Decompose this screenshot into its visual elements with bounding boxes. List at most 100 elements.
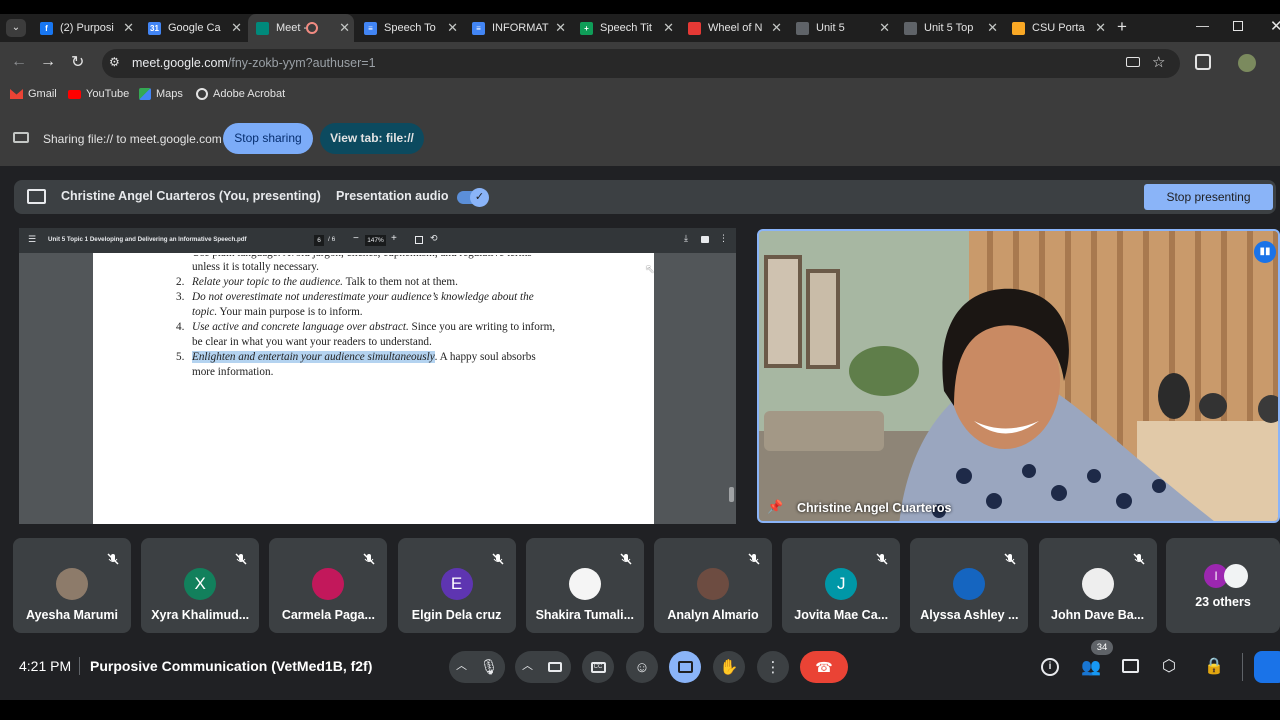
browser-tab[interactable]: + Speech Tit ✕ (572, 14, 678, 42)
browser-tab[interactable]: CSU Porta ✕ (1004, 14, 1110, 42)
pdf-scrollbar[interactable] (729, 487, 734, 502)
presenter-name: Christine Angel Cuarteros (You, presenti… (61, 189, 321, 203)
presentation-audio-toggle[interactable]: ✓ (457, 188, 489, 207)
people-icon[interactable]: 👥 (1081, 657, 1101, 677)
video-options-icon[interactable]: ︿ (522, 657, 533, 673)
back-icon[interactable]: ← (11, 53, 27, 71)
participant-tile[interactable]: Ayesha Marumi (13, 538, 131, 633)
pdf-menu-icon[interactable]: ☰ (28, 234, 36, 245)
reload-icon[interactable]: ↻ (71, 52, 84, 72)
tab-search-button[interactable]: ⌄ (6, 19, 26, 37)
others-avatar-2 (1224, 564, 1248, 588)
stop-presenting-button[interactable]: Stop presenting (1144, 184, 1273, 210)
host-controls-icon[interactable]: 🔒 (1204, 656, 1224, 676)
browser-menu-icon[interactable]: ⋮ (1273, 52, 1280, 72)
browser-tab[interactable]: ≡ Speech To ✕ (356, 14, 462, 42)
bookmark-youtube[interactable]: YouTube (68, 88, 129, 100)
extensions-icon[interactable] (1195, 54, 1211, 70)
print-icon[interactable] (701, 236, 709, 243)
participant-tile[interactable]: Shakira Tumali... (525, 538, 644, 633)
pdf-more-icon[interactable]: ⋮ (719, 233, 728, 244)
browser-tab[interactable]: f (2) Purposi ✕ (32, 14, 138, 42)
mic-off-icon (363, 552, 375, 565)
meeting-info-icon[interactable]: i (1041, 658, 1059, 676)
pin-icon[interactable]: 📌 (767, 499, 783, 515)
participant-tile[interactable]: E Elgin Dela cruz (397, 538, 516, 633)
new-tab-icon[interactable]: + (1117, 17, 1127, 37)
present-button[interactable] (669, 651, 701, 683)
tab-close-icon[interactable]: ✕ (555, 20, 566, 36)
zoom-out-icon[interactable]: − (353, 233, 359, 244)
globe-icon (904, 21, 917, 35)
bookmark-adobe-acrobat[interactable]: Adobe Acrobat (196, 88, 285, 100)
raise-hand-button[interactable]: ✋ (713, 651, 745, 683)
tab-close-icon[interactable]: ✕ (771, 20, 782, 36)
browser-tab[interactable]: Unit 5 Top ✕ (896, 14, 1002, 42)
participant-tile[interactable]: X Xyra Khalimud... (141, 538, 260, 633)
bookmark-maps[interactable]: Maps (139, 88, 183, 100)
profile-avatar[interactable] (1238, 54, 1256, 72)
url-path: /fny-zokb-yym?authuser=1 (227, 56, 376, 70)
restore-icon[interactable] (1233, 21, 1243, 31)
others-tile[interactable]: I 23 others (1166, 538, 1280, 633)
tab-close-icon[interactable]: ✕ (1095, 20, 1106, 36)
fit-page-icon[interactable] (415, 236, 423, 244)
zoom-in-icon[interactable]: + (391, 233, 397, 244)
tab-close-icon[interactable]: ✕ (987, 20, 998, 36)
forward-icon[interactable]: → (40, 53, 56, 71)
mic-off-icon (748, 552, 760, 565)
participant-tile[interactable]: J Jovita Mae Ca... (782, 538, 901, 633)
site-info-icon[interactable]: ⚙ (109, 55, 120, 69)
tab-close-icon[interactable]: ✕ (879, 20, 890, 36)
acrobat-icon (196, 88, 208, 100)
activities-icon[interactable]: ⬡ (1162, 656, 1176, 676)
leave-call-button[interactable]: ☎ (800, 651, 848, 683)
tab-label: Speech Tit (600, 22, 652, 34)
more-options-button[interactable]: ⋮ (757, 651, 789, 683)
bookmark-star-icon[interactable]: ☆ (1152, 53, 1165, 71)
rotate-icon[interactable]: ⟲ (430, 233, 438, 244)
download-icon[interactable]: ⤓ (684, 233, 688, 244)
camera-in-use-icon[interactable] (1126, 57, 1140, 67)
tab-label: Unit 5 Top (924, 22, 974, 34)
browser-tab[interactable]: Wheel of N ✕ (680, 14, 786, 42)
chat-icon[interactable] (1122, 659, 1139, 673)
browser-tab[interactable]: ≡ INFORMAT ✕ (464, 14, 570, 42)
participant-tile[interactable]: Alyssa Ashley ... (910, 538, 1029, 633)
tab-close-icon[interactable]: ✕ (339, 20, 350, 36)
list-number: 4. (176, 321, 185, 333)
tab-close-icon[interactable]: ✕ (231, 20, 242, 36)
browser-tab[interactable]: 31 Google Ca ✕ (140, 14, 246, 42)
mic-off-icon (876, 552, 888, 565)
timer-button[interactable] (1254, 651, 1280, 683)
reactions-button[interactable]: ☺ (626, 651, 658, 683)
tab-close-icon[interactable]: ✕ (123, 20, 134, 36)
close-window-icon[interactable]: ✕ (1270, 17, 1280, 35)
camera-feed (759, 231, 1278, 521)
browser-tab[interactable]: Unit 5 ✕ (788, 14, 894, 42)
view-tab-button[interactable]: View tab: file:// (320, 123, 424, 154)
self-camera-tile[interactable]: ▮▮ 📌 Christine Angel Cuarteros (757, 229, 1280, 523)
participant-tile[interactable]: Analyn Almario (654, 538, 772, 633)
pdf-text-line: topic. Your main purpose is to inform. (192, 306, 363, 318)
tab-close-icon[interactable]: ✕ (663, 20, 674, 36)
participant-tile[interactable]: Carmela Paga... (269, 538, 388, 633)
participant-name: Xyra Khalimud... (151, 608, 250, 622)
tab-close-icon[interactable]: ✕ (447, 20, 458, 36)
participant-tile[interactable]: John Dave Ba... (1038, 538, 1157, 633)
captions-button[interactable]: CC (582, 651, 614, 683)
microphone-button[interactable]: 🎙 (473, 651, 505, 683)
browser-tab[interactable]: Meet - ✕ (248, 14, 354, 42)
minimize-icon[interactable]: — (1196, 18, 1209, 33)
audio-options-icon[interactable]: ︿ (456, 657, 467, 673)
line-text: Relate your topic to the audience. (192, 276, 343, 288)
line-text: Do not overestimate not underestimate yo… (192, 291, 534, 303)
address-bar[interactable]: ⚙ meet.google.com/fny-zokb-yym?authuser=… (102, 49, 1180, 78)
camera-button[interactable] (539, 651, 571, 683)
stop-sharing-button[interactable]: Stop sharing (223, 123, 313, 154)
sharing-text: Sharing file:// to meet.google.com (43, 132, 222, 146)
bookmark-gmail[interactable]: Gmail (10, 88, 57, 100)
pdf-page-input[interactable]: 6 (314, 235, 324, 246)
line-text: . A happy soul absorbs (434, 351, 536, 363)
pdf-zoom-input[interactable]: 147% (365, 235, 386, 246)
